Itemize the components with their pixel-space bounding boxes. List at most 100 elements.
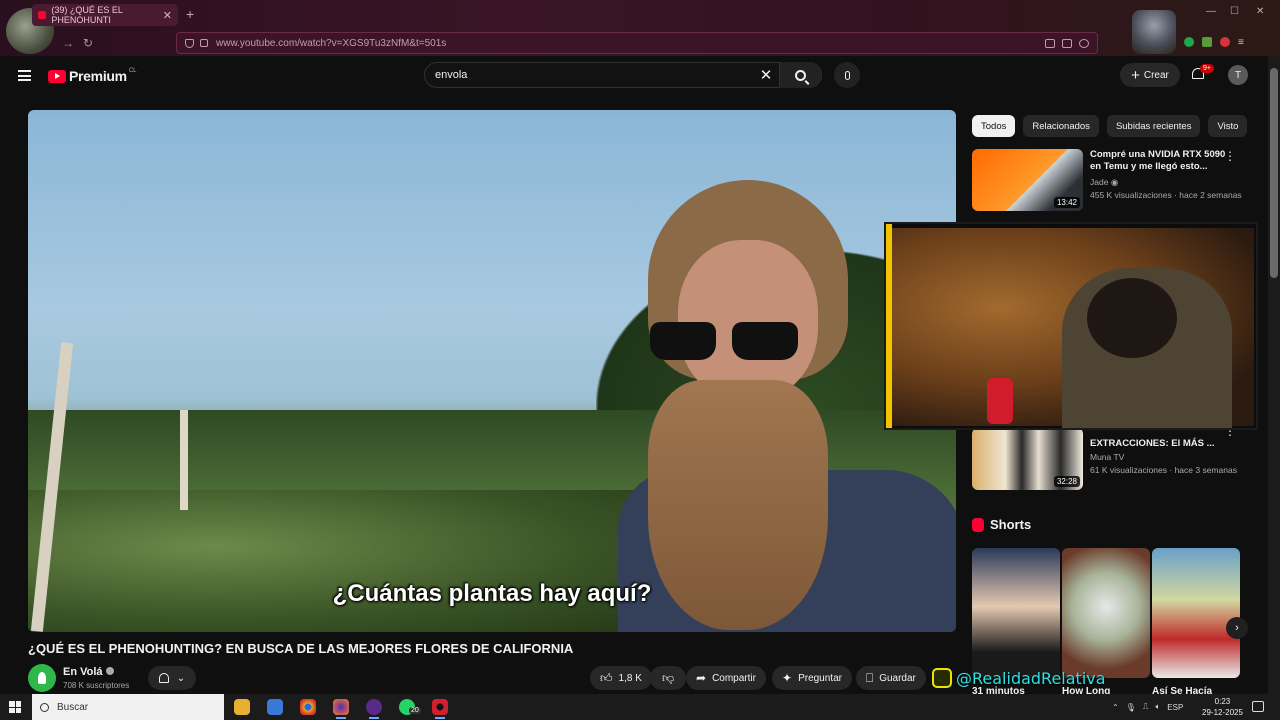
chevron-down-icon: ⌄ <box>176 672 186 684</box>
search-icon <box>795 69 806 81</box>
video-duration: 32:28 <box>1053 476 1080 487</box>
like-button[interactable]: 👍︎ 1,8 K <box>590 666 652 690</box>
bell-icon <box>158 673 169 683</box>
taskbar: Buscar 20 ⌃ 🎙︎ ⎍ 🔈︎ ESP 0:23 29-12-2025 <box>0 694 1280 720</box>
video-thumbnail[interactable]: 13:42 <box>972 149 1083 211</box>
reload-icon[interactable]: ↻ <box>83 36 93 50</box>
more-options-icon[interactable]: ⋮ <box>1224 149 1236 163</box>
scrollbar-thumb[interactable] <box>1270 68 1278 278</box>
thumbs-down-icon: 👎︎ <box>662 670 675 685</box>
short-thumbnail[interactable] <box>1062 548 1150 678</box>
ask-button[interactable]: ✦ Preguntar <box>772 666 852 690</box>
microphone-tray-icon[interactable]: 🎙︎ <box>1126 703 1136 712</box>
verified-icon: ◉ <box>1110 177 1119 187</box>
minimize-icon[interactable]: — <box>1206 6 1216 17</box>
clear-search-icon[interactable]: ✕ <box>753 66 779 84</box>
recommended-video[interactable]: 32:28 EXTRACCIONES: El MÁS ... Muna TV 6… <box>972 424 1242 490</box>
video-player[interactable]: ¿Cuántas plantas hay aquí? <box>28 110 956 632</box>
video-title[interactable]: Compré una NVIDIA RTX 5090 en Temu y me … <box>1090 149 1230 173</box>
filter-chips: Todos Relacionados Subidas recientes Vis… <box>972 115 1248 137</box>
adblock-icon[interactable] <box>1220 37 1230 47</box>
guide-menu-icon[interactable] <box>18 70 31 81</box>
dislike-button[interactable]: 👎︎ <box>650 666 687 690</box>
clock[interactable]: 0:23 29-12-2025 <box>1202 696 1243 718</box>
clock-time: 0:23 <box>1214 697 1231 706</box>
chevron-right-icon[interactable]: › <box>1226 617 1248 639</box>
chip-visto[interactable]: Visto <box>1208 115 1248 137</box>
menu-icon[interactable]: ≡ <box>1238 37 1244 48</box>
chrome-icon[interactable] <box>300 699 316 715</box>
whatsapp-badge: 20 <box>409 707 421 714</box>
discord-icon[interactable] <box>366 699 382 719</box>
save-button[interactable]: ⎕ Guardar <box>856 666 926 690</box>
network-icon[interactable]: ⎍ <box>1143 702 1149 712</box>
new-tab-icon[interactable]: + <box>186 6 194 22</box>
shorts-heading: Shorts <box>972 517 1031 532</box>
short-thumbnail[interactable] <box>1152 548 1240 678</box>
subscriber-count: 708 K suscriptores <box>63 681 130 690</box>
bookmark-icon: ⎕ <box>866 670 874 685</box>
youtube-premium-logo[interactable]: Premium CL <box>48 68 136 84</box>
maximize-icon[interactable]: ☐ <box>1230 6 1239 17</box>
video-title: ¿QUÉ ES EL PHENOHUNTING? EN BUSCA DE LAS… <box>28 641 574 656</box>
firefox-icon[interactable] <box>333 699 349 719</box>
bookmark-star-icon[interactable] <box>1079 38 1089 48</box>
tab-title: (39) ¿QUÉ ES EL PHENOHUNTI <box>51 5 123 25</box>
store-icon[interactable] <box>267 699 283 715</box>
obs-icon[interactable] <box>432 699 448 719</box>
video-frame-post <box>180 410 188 510</box>
chevron-up-icon[interactable]: ⌃ <box>1112 703 1119 712</box>
youtube-favicon-icon <box>38 11 47 19</box>
user-avatar[interactable]: T <box>1228 65 1248 85</box>
channel-name[interactable]: En Volá <box>63 666 114 678</box>
video-title[interactable]: EXTRACCIONES: El MÁS ... <box>1090 438 1230 450</box>
notifications-badge: 9+ <box>1200 64 1214 73</box>
video-meta: 61 K visualizaciones · hace 3 semanas <box>1090 465 1237 475</box>
browser-tab[interactable]: (39) ¿QUÉ ES EL PHENOHUNTI ✕ <box>32 4 178 26</box>
thumbs-up-icon: 👍︎ <box>600 670 613 685</box>
video-meta: 455 K visualizaciones · hace 2 semanas <box>1090 190 1242 200</box>
country-code: CL <box>128 68 137 74</box>
channel-avatar[interactable] <box>28 664 56 692</box>
language-indicator[interactable]: ESP <box>1167 703 1183 712</box>
volume-icon[interactable]: 🔈︎ <box>1155 702 1160 712</box>
close-tab-icon[interactable]: ✕ <box>163 9 172 22</box>
url-text[interactable]: www.youtube.com/watch?v=XGS9Tu3zNfM&t=50… <box>216 38 446 49</box>
extension-puzzle-icon[interactable] <box>1202 37 1212 47</box>
microphone-icon <box>987 378 1013 424</box>
create-button[interactable]: + Crear <box>1120 63 1180 87</box>
taskbar-search[interactable]: Buscar <box>32 694 224 720</box>
search-box[interactable]: envola ✕ <box>424 62 822 88</box>
recommended-video[interactable]: 13:42 Compré una NVIDIA RTX 5090 en Temu… <box>972 149 1242 213</box>
file-explorer-icon[interactable] <box>234 699 250 715</box>
shield-icon[interactable] <box>185 38 194 48</box>
extension-green-icon[interactable] <box>1184 37 1194 47</box>
search-input[interactable]: envola <box>425 69 753 81</box>
chip-todos[interactable]: Todos <box>972 115 1016 137</box>
lightbulb-icon <box>38 672 46 684</box>
notification-center-icon[interactable] <box>1252 701 1264 712</box>
address-bar[interactable]: www.youtube.com/watch?v=XGS9Tu3zNfM&t=50… <box>176 32 1098 54</box>
subscription-bell-button[interactable]: ⌄ <box>148 666 196 690</box>
windows-start-icon[interactable] <box>9 701 21 713</box>
youtube-masthead: Premium CL envola ✕ + Crear 9+ T <box>0 56 1268 96</box>
chip-relacionados[interactable]: Relacionados <box>1023 115 1099 137</box>
window-close-icon[interactable]: ✕ <box>1256 6 1264 17</box>
picture-in-picture-icon[interactable] <box>1045 38 1055 48</box>
search-button[interactable] <box>779 62 821 88</box>
plus-icon: + <box>1131 66 1140 84</box>
reader-view-icon[interactable] <box>1062 38 1072 48</box>
video-thumbnail[interactable]: 32:28 <box>972 428 1083 490</box>
channel-name[interactable]: Muna TV <box>1090 452 1124 462</box>
voice-search-button[interactable] <box>834 62 860 88</box>
short-thumbnail[interactable] <box>972 548 1060 678</box>
forward-icon[interactable]: → <box>62 36 74 50</box>
stream-handle-overlay: @RealidadRelativa <box>932 668 1106 688</box>
lock-icon[interactable] <box>200 39 208 47</box>
create-label: Crear <box>1143 69 1169 81</box>
clock-date: 29-12-2025 <box>1202 708 1243 717</box>
page-scrollbar[interactable] <box>1268 56 1280 694</box>
chip-subidas-recientes[interactable]: Subidas recientes <box>1106 115 1201 137</box>
channel-name[interactable]: Jade ◉ <box>1090 177 1118 188</box>
share-button[interactable]: ➦ Compartir <box>686 666 766 690</box>
